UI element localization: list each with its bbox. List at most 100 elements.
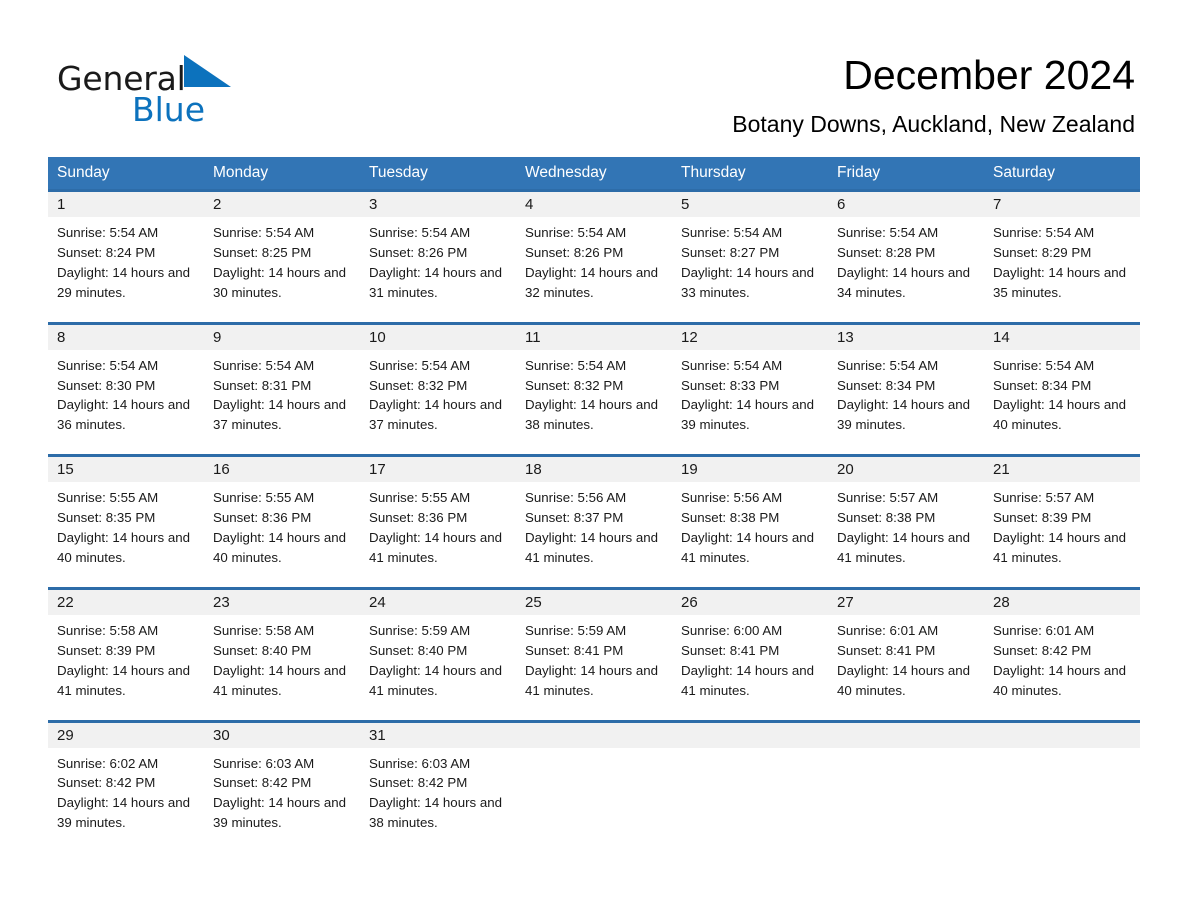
calendar-day-cell[interactable]: 20 Sunrise: 5:57 AM Sunset: 8:38 PM Dayligh… xyxy=(828,457,984,578)
day-number: 14 xyxy=(984,324,1140,350)
weekday-header-wednesday: Wednesday xyxy=(525,164,607,181)
sunset-text: Sunset: 8:25 PM xyxy=(213,244,312,260)
day-details: Sunrise: 5:54 AM Sunset: 8:34 PM Daylight:… xyxy=(828,350,984,446)
calendar-day-cell-empty xyxy=(984,722,1140,844)
day-number: 15 xyxy=(48,457,204,483)
calendar-day-cell[interactable]: 26 Sunrise: 6:00 AM Sunset: 8:41 PM Dayligh… xyxy=(672,589,828,711)
calendar-day-cell[interactable]: 2 Sunrise: 5:54 AM Sunset: 8:25 PM Daylight… xyxy=(204,192,360,313)
calendar-day-cell[interactable]: 29 Sunrise: 6:02 AM Sunset: 8:42 PM Dayligh… xyxy=(48,722,204,844)
calendar-day-cell[interactable]: 21 Sunrise: 5:57 AM Sunset: 8:39 PM Dayligh… xyxy=(984,457,1140,578)
day-details xyxy=(828,748,984,836)
day-details: Sunrise: 5:56 AM Sunset: 8:37 PM Daylight:… xyxy=(516,482,672,578)
calendar-day-cell[interactable]: 14 Sunrise: 5:54 AM Sunset: 8:34 PM Dayligh… xyxy=(984,324,1140,446)
daylight-text: Daylight: 14 hours and 33 minutes. xyxy=(681,264,815,300)
day-details xyxy=(672,748,828,836)
calendar-day-cell[interactable]: 15 Sunrise: 5:55 AM Sunset: 8:35 PM Dayligh… xyxy=(48,457,204,578)
calendar-day-cell[interactable]: 19 Sunrise: 5:56 AM Sunset: 8:38 PM Dayligh… xyxy=(672,457,828,578)
calendar-day-cell[interactable]: 13 Sunrise: 5:54 AM Sunset: 8:34 PM Dayligh… xyxy=(828,324,984,446)
sunrise-text: Sunrise: 5:58 AM xyxy=(213,622,315,638)
sunset-text: Sunset: 8:41 PM xyxy=(525,642,624,658)
calendar-day-cell[interactable]: 16 Sunrise: 5:55 AM Sunset: 8:36 PM Dayligh… xyxy=(204,457,360,578)
day-details: Sunrise: 6:03 AM Sunset: 8:42 PM Daylight:… xyxy=(204,748,360,844)
calendar-day-cell[interactable]: 1 Sunrise: 5:54 AM Sunset: 8:24 PM Daylight… xyxy=(48,192,204,313)
calendar-day-cell[interactable]: 28 Sunrise: 6:01 AM Sunset: 8:42 PM Dayligh… xyxy=(984,589,1140,711)
calendar-day-cell[interactable]: 7 Sunrise: 5:54 AM Sunset: 8:29 PM Daylight… xyxy=(984,192,1140,313)
sunset-text: Sunset: 8:42 PM xyxy=(57,775,156,791)
sunrise-text: Sunrise: 5:55 AM xyxy=(369,490,471,506)
sunrise-text: Sunrise: 5:54 AM xyxy=(993,225,1095,240)
calendar-day-cell[interactable]: 31 Sunrise: 6:03 AM Sunset: 8:42 PM Dayligh… xyxy=(360,722,516,844)
calendar-day-cell[interactable]: 25 Sunrise: 5:59 AM Sunset: 8:41 PM Dayligh… xyxy=(516,589,672,711)
day-number: 16 xyxy=(204,457,360,483)
day-number: 2 xyxy=(204,192,360,217)
daylight-text: Daylight: 14 hours and 31 minutes. xyxy=(369,264,503,300)
day-details: Sunrise: 5:55 AM Sunset: 8:35 PM Daylight:… xyxy=(48,482,204,578)
day-details xyxy=(516,748,672,836)
calendar-day-cell[interactable]: 27 Sunrise: 6:01 AM Sunset: 8:41 PM Dayligh… xyxy=(828,589,984,711)
calendar-day-cell[interactable]: 22 Sunrise: 5:58 AM Sunset: 8:39 PM Dayligh… xyxy=(48,589,204,711)
sunrise-text: Sunrise: 5:54 AM xyxy=(57,225,159,240)
day-number: 5 xyxy=(672,192,828,217)
day-number: 4 xyxy=(516,192,672,217)
calendar-day-cell[interactable]: 9 Sunrise: 5:54 AM Sunset: 8:31 PM Daylight… xyxy=(204,324,360,446)
daylight-text: Daylight: 14 hours and 30 minutes. xyxy=(213,264,347,300)
daylight-text: Daylight: 14 hours and 40 minutes. xyxy=(213,530,347,565)
day-number xyxy=(516,722,672,748)
day-number: 9 xyxy=(204,324,360,350)
day-number: 26 xyxy=(672,589,828,615)
sunrise-text: Sunrise: 5:54 AM xyxy=(993,357,1095,373)
day-number xyxy=(672,722,828,748)
weekday-header-row: Sunday Monday Tuesday Wednesday Thursday… xyxy=(48,157,1140,189)
calendar-day-cell[interactable]: 4 Sunrise: 5:54 AM Sunset: 8:26 PM Daylight… xyxy=(516,192,672,313)
sunrise-text: Sunrise: 6:01 AM xyxy=(837,622,939,638)
day-details: Sunrise: 5:58 AM Sunset: 8:39 PM Daylight:… xyxy=(48,615,204,711)
day-details: Sunrise: 5:54 AM Sunset: 8:26 PM Daylight:… xyxy=(516,217,672,313)
calendar-day-cell[interactable]: 6 Sunrise: 5:54 AM Sunset: 8:28 PM Daylight… xyxy=(828,192,984,313)
calendar-day-cell[interactable]: 18 Sunrise: 5:56 AM Sunset: 8:37 PM Dayligh… xyxy=(516,457,672,578)
day-details: Sunrise: 5:54 AM Sunset: 8:32 PM Daylight:… xyxy=(516,350,672,446)
sunset-text: Sunset: 8:26 PM xyxy=(369,244,468,260)
day-number: 8 xyxy=(48,324,204,350)
sunset-text: Sunset: 8:36 PM xyxy=(213,510,312,526)
daylight-text: Daylight: 14 hours and 41 minutes. xyxy=(57,662,191,698)
daylight-text: Daylight: 14 hours and 40 minutes. xyxy=(993,662,1127,698)
day-details: Sunrise: 5:55 AM Sunset: 8:36 PM Daylight:… xyxy=(360,482,516,578)
day-details: Sunrise: 6:01 AM Sunset: 8:42 PM Daylight:… xyxy=(984,615,1140,711)
sunset-text: Sunset: 8:36 PM xyxy=(369,510,468,526)
daylight-text: Daylight: 14 hours and 36 minutes. xyxy=(57,397,191,433)
daylight-text: Daylight: 14 hours and 38 minutes. xyxy=(369,795,503,831)
day-number: 7 xyxy=(984,192,1140,217)
sunset-text: Sunset: 8:39 PM xyxy=(993,510,1092,526)
calendar-day-cell[interactable]: 3 Sunrise: 5:54 AM Sunset: 8:26 PM Daylight… xyxy=(360,192,516,313)
daylight-text: Daylight: 14 hours and 41 minutes. xyxy=(681,662,815,698)
logo-text-general: General xyxy=(57,59,186,98)
daylight-text: Daylight: 14 hours and 40 minutes. xyxy=(837,662,971,698)
sunset-text: Sunset: 8:41 PM xyxy=(681,642,780,658)
day-number: 17 xyxy=(360,457,516,483)
weekday-header-monday: Monday xyxy=(213,164,269,181)
sunrise-text: Sunrise: 5:54 AM xyxy=(837,225,939,240)
calendar-day-cell[interactable]: 30 Sunrise: 6:03 AM Sunset: 8:42 PM Dayligh… xyxy=(204,722,360,844)
daylight-text: Daylight: 14 hours and 41 minutes. xyxy=(837,530,971,565)
page-header: General Blue December 2024 Botany Downs,… xyxy=(0,0,1188,150)
sunset-text: Sunset: 8:42 PM xyxy=(213,775,312,791)
sunrise-text: Sunrise: 6:00 AM xyxy=(681,622,783,638)
calendar-day-cell[interactable]: 8 Sunrise: 5:54 AM Sunset: 8:30 PM Daylight… xyxy=(48,324,204,446)
calendar-day-cell[interactable]: 24 Sunrise: 5:59 AM Sunset: 8:40 PM Dayligh… xyxy=(360,589,516,711)
sunrise-text: Sunrise: 6:02 AM xyxy=(57,755,159,771)
day-details: Sunrise: 6:00 AM Sunset: 8:41 PM Daylight:… xyxy=(672,615,828,711)
sunset-text: Sunset: 8:27 PM xyxy=(681,244,780,260)
day-details: Sunrise: 5:54 AM Sunset: 8:32 PM Daylight:… xyxy=(360,350,516,446)
calendar-day-cell[interactable]: 17 Sunrise: 5:55 AM Sunset: 8:36 PM Dayligh… xyxy=(360,457,516,578)
general-blue-logo[interactable]: General Blue xyxy=(57,55,337,127)
calendar-day-cell[interactable]: 11 Sunrise: 5:54 AM Sunset: 8:32 PM Dayligh… xyxy=(516,324,672,446)
day-details: Sunrise: 5:54 AM Sunset: 8:24 PM Daylight:… xyxy=(48,217,204,313)
day-number: 24 xyxy=(360,589,516,615)
calendar-day-cell[interactable]: 10 Sunrise: 5:54 AM Sunset: 8:32 PM Dayligh… xyxy=(360,324,516,446)
calendar-day-cell[interactable]: 12 Sunrise: 5:54 AM Sunset: 8:33 PM Dayligh… xyxy=(672,324,828,446)
sunrise-text: Sunrise: 5:57 AM xyxy=(837,490,939,506)
calendar-day-cell[interactable]: 23 Sunrise: 5:58 AM Sunset: 8:40 PM Dayligh… xyxy=(204,589,360,711)
sunset-text: Sunset: 8:35 PM xyxy=(57,510,156,526)
sunrise-text: Sunrise: 6:03 AM xyxy=(369,755,471,771)
calendar-day-cell[interactable]: 5 Sunrise: 5:54 AM Sunset: 8:27 PM Daylight… xyxy=(672,192,828,313)
